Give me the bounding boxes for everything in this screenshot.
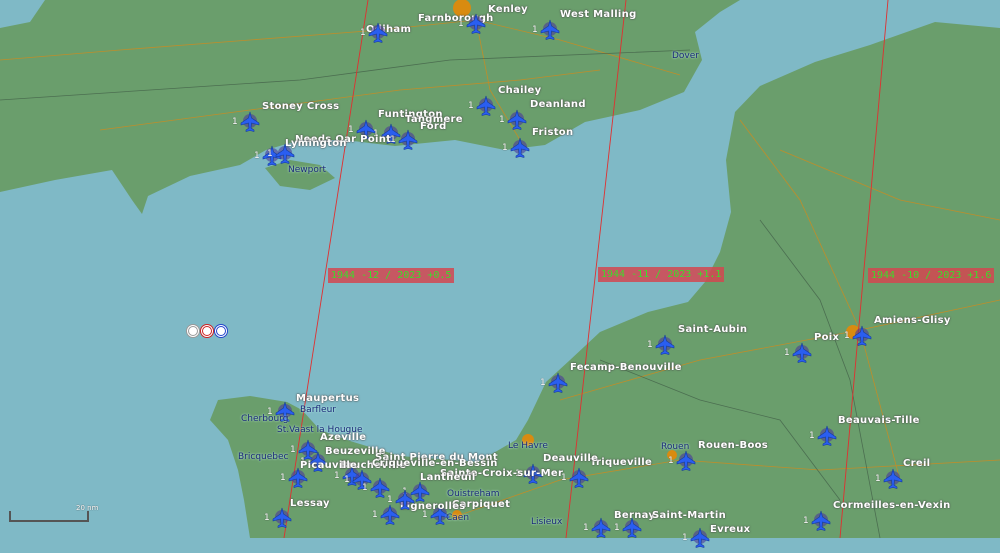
airfield-plane-icon[interactable]: 1 — [458, 13, 487, 35]
airfield-plane-icon[interactable]: 1 — [499, 109, 528, 131]
airfield-count: 1 — [344, 475, 350, 485]
town-label: Bricquebec — [238, 452, 289, 462]
town-label: St.Vaast la Hougue — [277, 425, 363, 435]
airfield-count: 1 — [362, 483, 368, 493]
airfield-label: Chailey — [498, 85, 542, 96]
airfield-plane-icon[interactable]: 1 — [682, 527, 711, 549]
airfield-count: 1 — [532, 25, 538, 35]
town-label: Newport — [288, 165, 327, 175]
town-label: Cherbourg — [241, 414, 289, 424]
airfield-plane-icon[interactable]: 1 — [468, 95, 497, 117]
airfield-plane-icon[interactable]: 1 — [784, 342, 813, 364]
airfield-count: 1 — [387, 495, 393, 505]
airfield-label: Friston — [532, 127, 574, 138]
town-label: Le Havre — [508, 441, 548, 451]
airfield-plane-icon[interactable]: 1 — [647, 334, 676, 356]
airfield-label: West Malling — [560, 9, 637, 20]
mission-label-1[interactable]: 1944 -12 / 2023 +0.5 — [328, 268, 455, 283]
airfield-count: 1 — [803, 516, 809, 526]
airfield-count: 1 — [614, 523, 620, 533]
town-label: Ouistreham — [447, 489, 500, 499]
airfield-count: 1 — [668, 456, 674, 466]
mission-label-3[interactable]: 1944 -10 / 2023 +1.6 — [868, 268, 995, 283]
airfield-label: Kenley — [488, 4, 529, 15]
airfield-label: Deanland — [530, 99, 586, 110]
airfield-plane-icon[interactable]: 1 — [280, 467, 309, 489]
airfield-label: Poix — [814, 332, 840, 343]
town-label: Rouen — [661, 442, 690, 452]
airfield-label: Stoney Cross — [262, 101, 340, 112]
airfield-label: Amiens-Glisy — [874, 315, 951, 326]
airfield-count: 1 — [360, 28, 366, 38]
airfield-count: 1 — [372, 510, 378, 520]
scale-label: 20 nm — [76, 504, 99, 512]
airfield-plane-icon[interactable]: 1 — [360, 22, 389, 44]
airfield-label: Fecamp-Benouville — [570, 362, 682, 373]
target-marker-red[interactable] — [200, 324, 214, 338]
airfield-label: Maupertus — [296, 393, 360, 404]
town-label: Dover — [672, 51, 699, 61]
airfield-plane-icon[interactable]: 1 — [614, 517, 643, 539]
map-canvas[interactable] — [0, 0, 1000, 538]
airfield-count: 1 — [784, 348, 790, 358]
airfield-plane-icon[interactable]: 1 — [532, 19, 561, 41]
airfield-label: Rouen-Boos — [698, 440, 769, 451]
airfield-label: Evreux — [710, 524, 751, 535]
airfield-count: 1 — [267, 149, 273, 159]
airfield-label: Cormeilles-en-Vexin — [833, 500, 951, 511]
airfield-plane-icon[interactable]: 1 — [809, 425, 838, 447]
airfield-label: Triqueville — [590, 457, 653, 468]
airfield-count: 1 — [334, 471, 340, 481]
airfield-count: 1 — [647, 340, 653, 350]
airfield-count: 1 — [583, 523, 589, 533]
airfield-plane-icon[interactable]: 1 — [232, 111, 261, 133]
airfield-count: 1 — [232, 117, 238, 127]
target-marker-blue[interactable] — [214, 324, 228, 338]
airfield-plane-icon[interactable]: 1 — [502, 137, 531, 159]
airfield-count: 1 — [468, 101, 474, 111]
airfield-plane-icon[interactable]: 1 — [583, 517, 612, 539]
airfield-plane-icon[interactable]: 1 — [875, 468, 904, 490]
mission-label-2[interactable]: 1944 -11 / 2023 +1.1 — [598, 267, 725, 282]
airfield-plane-icon[interactable]: 1 — [803, 510, 832, 532]
airfield-count: 1 — [290, 445, 296, 455]
airfield-label: Saint-Martin — [652, 510, 726, 521]
airfield-count: 1 — [875, 474, 881, 484]
airfield-plane-icon[interactable]: 1 — [387, 489, 416, 511]
airfield-count: 1 — [844, 331, 850, 341]
airfield-count: 1 — [254, 151, 260, 161]
airfield-count: 1 — [502, 143, 508, 153]
airfield-count: 1 — [499, 115, 505, 125]
scale-bar — [9, 511, 89, 522]
airfield-count: 1 — [809, 431, 815, 441]
airfield-count: 1 — [280, 473, 286, 483]
airfield-label: Beauvais-Tille — [838, 415, 920, 426]
airfield-plane-icon[interactable]: 1 — [264, 507, 293, 529]
airfield-count: 1 — [458, 19, 464, 29]
airfield-count: 1 — [264, 513, 270, 523]
airfield-label: Lantheuil — [420, 472, 476, 483]
airfield-count: 1 — [540, 378, 546, 388]
airfield-label: Saint-Aubin — [678, 324, 748, 335]
airfield-plane-icon[interactable]: 1 — [561, 467, 590, 489]
town-label: Barfleur — [300, 405, 336, 415]
airfield-plane-icon[interactable]: 1 — [668, 450, 697, 472]
town-label: Lisieux — [531, 517, 563, 527]
airfield-plane-icon[interactable]: 1 — [540, 372, 569, 394]
town-label: Caen — [446, 513, 470, 523]
airfield-plane-icon[interactable]: 1 — [390, 129, 419, 151]
airfield-label: Ford — [420, 121, 447, 132]
airfield-plane-icon[interactable]: 1 — [267, 143, 296, 165]
airfield-label: Deauville — [543, 453, 599, 464]
target-marker-gray[interactable] — [186, 324, 200, 338]
airfield-count: 1 — [682, 533, 688, 543]
airfield-plane-icon[interactable]: 1 — [844, 325, 873, 347]
airfield-label: Creil — [903, 458, 931, 469]
airfield-label: Lessay — [290, 498, 330, 509]
